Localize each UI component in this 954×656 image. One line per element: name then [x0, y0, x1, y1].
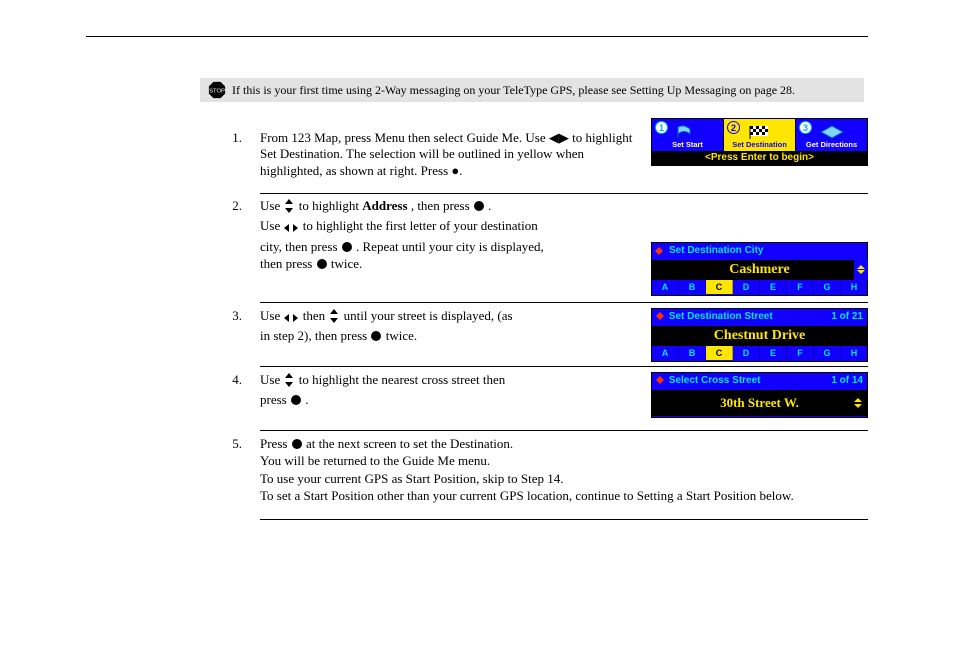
step-4-number: 4.	[206, 372, 242, 388]
step-1-number: 1.	[206, 130, 242, 146]
enter-button-icon	[371, 331, 381, 341]
rule-top	[86, 36, 868, 37]
street-value: Chestnut Drive	[652, 326, 867, 346]
stop-banner: STOP If this is your first time using 2-…	[200, 78, 864, 102]
banner-text: If this is your first time using 2-Way m…	[232, 83, 795, 98]
arrow-up-down-icon	[329, 309, 339, 327]
street-alpha-row[interactable]: A B C D E F G H	[652, 346, 867, 360]
enter-button-icon	[342, 242, 352, 252]
guide-tab-1[interactable]: 1 Set Start	[652, 119, 724, 151]
scroll-up-down-icon[interactable]	[854, 260, 868, 280]
arrow-left-right-icon	[284, 311, 298, 327]
rule-4	[260, 430, 868, 431]
enter-button-icon	[292, 439, 302, 449]
city-title: Set Destination City	[669, 245, 763, 258]
enter-button-icon	[474, 201, 484, 211]
rule-2	[260, 302, 868, 303]
arrow-up-down-icon	[284, 199, 294, 217]
guide-tab-3[interactable]: 3 Get Directions	[796, 119, 867, 151]
scroll-up-down-icon[interactable]	[852, 390, 864, 416]
svg-text:STOP: STOP	[209, 89, 225, 95]
arrow-left-right-icon	[284, 221, 298, 237]
pin-icon	[655, 247, 663, 255]
street-panel: Set Destination Street 1 of 21 Chestnut …	[651, 308, 868, 362]
cross-street-panel: Select Cross Street 1 of 14 30th Street …	[651, 372, 868, 418]
cross-value: 30th Street W.	[652, 390, 867, 416]
checkered-flag-icon	[748, 125, 772, 139]
cross-title: Select Cross Street	[669, 375, 761, 386]
street-count: 1 of 21	[831, 311, 863, 324]
pin-icon	[656, 376, 664, 384]
rule-bottom	[260, 519, 868, 520]
guide-footer: <Press Enter to begin>	[652, 151, 867, 165]
tab-number-1: 1	[655, 121, 668, 134]
tab-label-2: Set Destination	[732, 140, 787, 149]
rule-3	[260, 366, 868, 367]
rule-1	[260, 193, 868, 194]
city-panel: Set Destination City Cashmere A B C D E …	[651, 242, 868, 296]
cross-count: 1 of 14	[831, 375, 863, 388]
arrow-up-down-icon	[284, 373, 294, 391]
enter-button-icon	[291, 395, 301, 405]
enter-button-icon	[317, 259, 327, 269]
guide-me-panel: 1 Set Start 2	[651, 118, 868, 166]
pin-icon	[656, 312, 664, 320]
tab-label-3: Get Directions	[806, 140, 857, 149]
step-2-number: 2.	[206, 198, 242, 214]
diamond-icon	[820, 125, 844, 139]
tab-label-1: Set Start	[672, 140, 703, 149]
step-5-number: 5.	[206, 436, 242, 452]
step-5-body: Press at the next screen to set the Dest…	[260, 436, 868, 504]
city-alpha-row[interactable]: A B C D E F G H	[652, 280, 867, 294]
street-title: Set Destination Street	[669, 311, 773, 322]
city-value: Cashmere	[652, 260, 867, 280]
flag-icon	[676, 125, 700, 139]
guide-tab-2[interactable]: 2 Set Destination	[724, 119, 796, 151]
step-1-text: From 123 Map, press Menu then select Gui…	[260, 130, 640, 179]
tab-number-3: 3	[799, 121, 812, 134]
tab-number-2: 2	[727, 121, 740, 134]
step-3-number: 3.	[206, 308, 242, 324]
stop-icon: STOP	[208, 81, 226, 99]
